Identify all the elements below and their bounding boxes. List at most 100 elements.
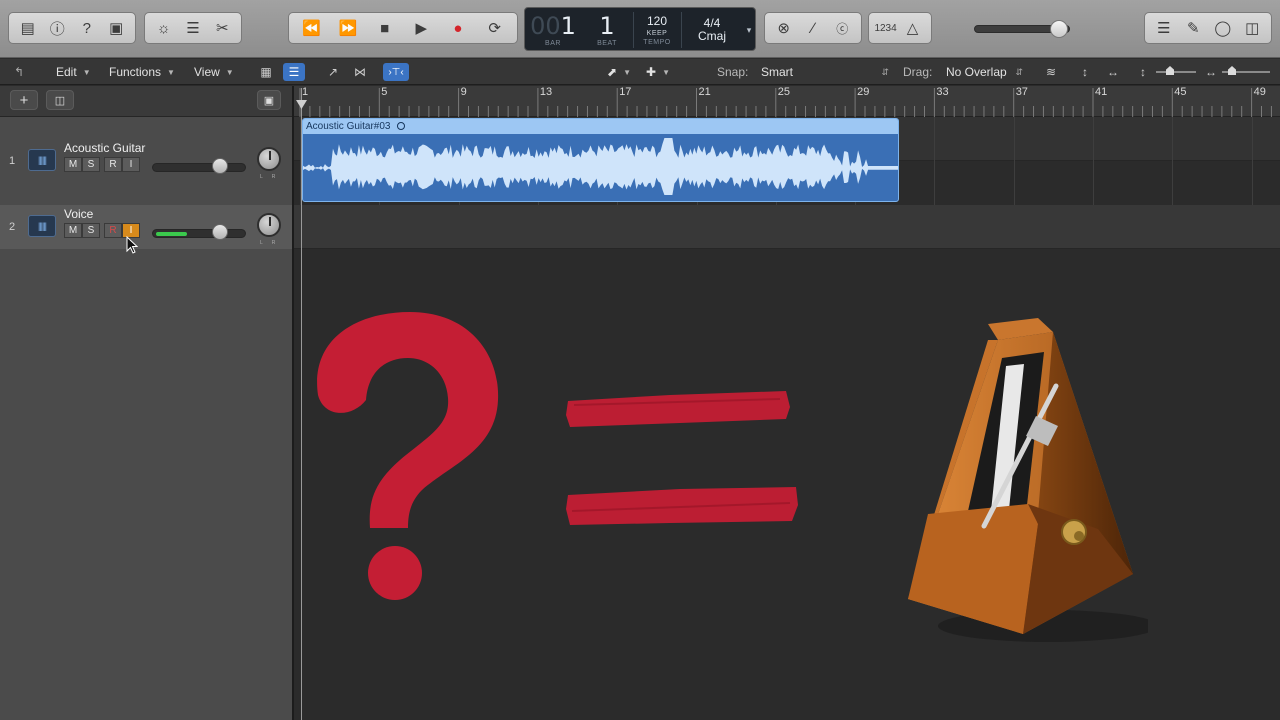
pan-knob[interactable] xyxy=(257,213,281,237)
back-arrow-icon[interactable]: ↰ xyxy=(14,63,24,81)
pan-knob[interactable] xyxy=(257,147,281,171)
tracks-menu-bar: ↰ Edit ▼ Functions ▼ View ▼ ▦ ☰ ↗ ⋈ ›⊤‹ ⬈ ▼ … xyxy=(0,59,1280,85)
quick-help-icon[interactable]: ? xyxy=(74,15,100,41)
edit-menu-label: Edit xyxy=(56,65,77,79)
track-name[interactable]: Acoustic Guitar xyxy=(64,141,145,155)
track-name[interactable]: Voice xyxy=(64,207,93,221)
flex-icon[interactable]: ⋈ xyxy=(349,63,371,81)
volume-slider[interactable] xyxy=(152,163,246,172)
stop-icon[interactable]: ■ xyxy=(372,15,398,41)
lcd-beat-caption: BEAT xyxy=(597,39,617,47)
metronome-toggle-icon[interactable]: △ xyxy=(900,15,926,41)
vertical-zoom-slider[interactable] xyxy=(1156,71,1196,73)
record-enable-button[interactable]: R xyxy=(104,157,122,172)
vertical-zoom-knob[interactable] xyxy=(1166,66,1174,75)
catch-playhead-icon[interactable]: ›⊤‹ xyxy=(383,63,409,81)
view-menu[interactable]: View ▼ xyxy=(188,63,240,81)
cycle-icon[interactable]: ⟳ xyxy=(482,15,508,41)
solo-mode-icon[interactable]: ⓒ xyxy=(829,15,855,41)
count-in-metronome-group: 1234 △ xyxy=(868,12,932,44)
solo-button[interactable]: S xyxy=(82,223,100,238)
edit-menu[interactable]: Edit ▼ xyxy=(50,63,97,81)
inspector-icon[interactable]: ⓘ xyxy=(44,15,70,41)
track-row[interactable]: 1 |||||| Acoustic Guitar M S R I LR xyxy=(0,139,292,183)
record-icon[interactable]: ● xyxy=(445,15,471,41)
mute-button[interactable]: M xyxy=(64,157,82,172)
lcd-display[interactable]: 001 BAR 1 BEAT 120 KEEP TEMPO 4/4 Cmaj ▾ xyxy=(524,7,756,51)
lcd-menu-chevron-icon[interactable]: ▾ xyxy=(743,8,755,52)
count-in-icon[interactable]: 1234 xyxy=(874,15,896,41)
crosshair-tool-icon[interactable]: ✚ ▼ xyxy=(646,63,670,81)
track-number: 2 xyxy=(8,221,16,233)
horizontal-zoom-knob[interactable] xyxy=(1228,66,1236,75)
vertical-zoom-icon: ↕ xyxy=(1140,65,1146,79)
audio-region[interactable]: Acoustic Guitar#03 xyxy=(302,118,899,202)
lcd-bar-cell: 001 BAR xyxy=(530,8,576,52)
track-row-selected[interactable]: 2 |||||| Voice M S R I LR xyxy=(0,205,292,249)
editors-scissors-icon[interactable]: ✂ xyxy=(209,15,235,41)
grid-view-icon[interactable]: ▦ xyxy=(255,63,277,81)
mouse-pointer-icon xyxy=(126,236,138,254)
duplicate-track-icon[interactable]: ◫ xyxy=(46,90,74,110)
automation-icon[interactable]: ↗ xyxy=(320,63,346,81)
track-header-toolbar: + ◫ ▣ xyxy=(0,86,292,117)
grid-line xyxy=(1013,117,1015,205)
horizontal-zoom-icon: ↔ xyxy=(1205,65,1217,79)
volume-knob[interactable] xyxy=(211,158,228,174)
loop-indicator-icon xyxy=(396,122,405,130)
smart-controls-icon[interactable]: ☼ xyxy=(151,15,177,41)
rewind-icon[interactable]: ⏪ xyxy=(298,15,324,41)
bar-ruler[interactable]: 1 5 9 13 17 21 25 29 33 37 41 45 49 xyxy=(294,86,1280,117)
mode-buttons-group: ⊗ ∕ ⓒ xyxy=(764,12,862,44)
mute-button[interactable]: M xyxy=(64,223,82,238)
record-enable-button[interactable]: R xyxy=(104,223,122,238)
toolbar-icon[interactable]: ▣ xyxy=(103,15,129,41)
chevron-down-icon: ▼ xyxy=(225,67,234,77)
browsers-icon[interactable]: ◫ xyxy=(1239,15,1265,41)
pointer-tool-icon[interactable]: ⬈ ▼ xyxy=(607,63,631,81)
functions-menu-label: Functions xyxy=(109,65,162,79)
lcd-tempo-cell[interactable]: 120 KEEP TEMPO xyxy=(635,8,679,52)
replace-icon[interactable]: ⊗ xyxy=(771,15,797,41)
view-menu-label: View xyxy=(194,65,220,79)
browser-buttons-group: ☰ ✎ ◯ ◫ xyxy=(1144,12,1272,44)
input-monitor-button[interactable]: I xyxy=(122,157,140,172)
track-number: 1 xyxy=(8,155,16,167)
drag-label: Drag: xyxy=(903,65,933,79)
volume-knob[interactable] xyxy=(211,224,228,240)
drag-select[interactable]: No Overlap ⇵ xyxy=(941,63,1025,81)
master-volume-knob[interactable] xyxy=(1050,20,1068,38)
horizontal-fit-icon[interactable]: ↔ xyxy=(1102,63,1124,81)
track-lane[interactable] xyxy=(294,205,1280,249)
track-header-list: 1 |||||| Acoustic Guitar M S R I LR 2 ||… xyxy=(0,117,292,720)
lcd-signature-cell[interactable]: 4/4 Cmaj xyxy=(683,8,741,52)
list-editors-icon[interactable]: ☰ xyxy=(1151,15,1177,41)
metronome-icon xyxy=(908,318,1148,642)
volume-slider[interactable] xyxy=(152,229,246,238)
waveform-icon xyxy=(303,138,898,195)
grid-line xyxy=(1172,117,1174,205)
region-header: Acoustic Guitar#03 xyxy=(303,119,898,134)
pan-lr-label: LR xyxy=(260,240,285,246)
note-pad-icon[interactable]: ✎ xyxy=(1180,15,1206,41)
snap-select[interactable]: Smart ⇵ xyxy=(755,63,893,81)
solo-button[interactable]: S xyxy=(82,157,100,172)
tuner-icon[interactable]: ∕ xyxy=(800,15,826,41)
global-tracks-icon[interactable]: ▣ xyxy=(257,90,281,110)
lcd-tempo-mode: KEEP xyxy=(646,29,668,37)
lcd-key-value: Cmaj xyxy=(697,29,726,43)
loop-browser-icon[interactable]: ◯ xyxy=(1210,15,1236,41)
library-icon[interactable]: ▤ xyxy=(15,15,41,41)
mixer-icon[interactable]: ☰ xyxy=(180,15,206,41)
track-buttons: M S R I xyxy=(64,157,140,172)
functions-menu[interactable]: Functions ▼ xyxy=(103,63,181,81)
fast-forward-icon[interactable]: ⏩ xyxy=(335,15,361,41)
add-track-button[interactable]: + xyxy=(10,90,38,110)
waveform-zoom-icon[interactable]: ≋ xyxy=(1040,63,1062,81)
lcd-separator xyxy=(633,12,634,48)
audio-waveform-icon: |||||| xyxy=(28,215,56,237)
vertical-fit-icon[interactable]: ↕ xyxy=(1074,63,1096,81)
list-view-icon[interactable]: ☰ xyxy=(283,63,305,81)
play-icon[interactable]: ▶ xyxy=(408,15,434,41)
chevron-down-icon: ▼ xyxy=(167,67,175,77)
